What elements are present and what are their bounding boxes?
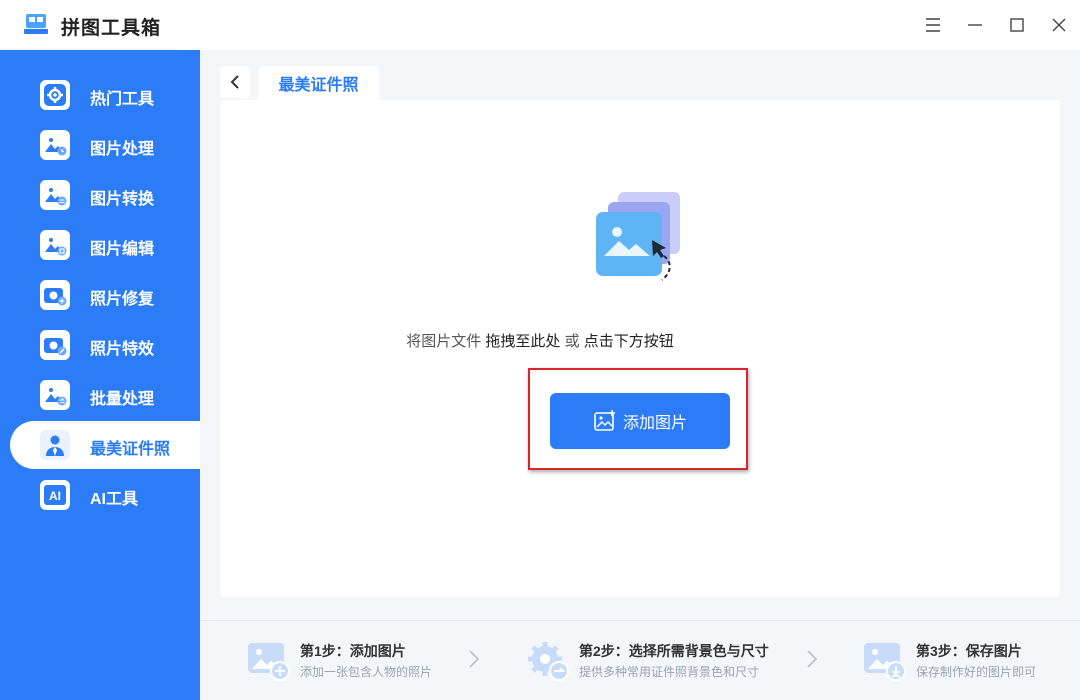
chevron-left-icon xyxy=(230,75,239,89)
step-2: 第2步：选择所需背景色与尺寸 提供多种常用证件照背景色和尺寸 xyxy=(527,639,787,685)
sidebar-item-label: 批量处理 xyxy=(90,391,155,408)
hint-click: 点击下方按钮 xyxy=(583,333,674,350)
sidebar-item-id-photo[interactable]: 最美证件照 xyxy=(10,421,200,469)
back-button[interactable] xyxy=(220,66,250,98)
camera-plus-icon xyxy=(40,280,70,310)
add-image-label: 添加图片 xyxy=(622,415,687,432)
sidebar-item-label: 图片处理 xyxy=(90,141,155,158)
step-title: 第1步：添加图片 xyxy=(300,643,406,659)
steps-bar: 第1步：添加图片 添加一张包含人物的照片 第2步：选择所需背景色与尺寸 提供多种… xyxy=(200,620,1080,700)
step-title: 第2步：选择所需背景色与尺寸 xyxy=(579,643,769,659)
step-desc: 添加一张包含人物的照片 xyxy=(300,665,433,679)
maximize-icon xyxy=(1010,18,1024,32)
close-icon xyxy=(1052,18,1066,32)
svg-text:AI: AI xyxy=(49,489,61,503)
sidebar-item-label: 图片编辑 xyxy=(90,241,155,258)
hint-drag: 拖拽至此处 xyxy=(485,333,561,350)
sidebar-item-hot-tools[interactable]: 热门工具 xyxy=(10,71,200,119)
title-bar: 拼图工具箱 xyxy=(0,0,1080,50)
sidebar-item-label: 照片修复 xyxy=(90,291,155,308)
sidebar-item-image-edit[interactable]: 图片编辑 xyxy=(10,221,200,269)
app-title: 拼图工具箱 xyxy=(61,18,162,39)
sidebar-item-batch[interactable]: 批量处理 xyxy=(10,371,200,419)
ai-icon: AI xyxy=(40,480,70,510)
tab-id-photo[interactable]: 最美证件照 xyxy=(258,66,379,100)
image-clock-icon xyxy=(40,130,70,160)
upload-image-illustration-icon xyxy=(596,192,680,281)
sidebar-item-label: 最美证件照 xyxy=(90,441,171,458)
id-photo-icon xyxy=(40,430,70,460)
add-image-icon xyxy=(594,410,615,431)
minimize-icon xyxy=(968,24,982,26)
step-1: 第1步：添加图片 添加一张包含人物的照片 xyxy=(248,639,468,685)
sidebar-item-photo-repair[interactable]: 照片修复 xyxy=(10,271,200,319)
image-save-step-icon xyxy=(864,643,906,681)
chevron-right-icon xyxy=(469,650,480,668)
sidebar-item-label: 图片转换 xyxy=(90,191,155,208)
step-desc: 保存制作好的图片即可 xyxy=(916,665,1037,679)
menu-button[interactable] xyxy=(912,0,954,50)
sidebar-item-label: 热门工具 xyxy=(90,91,155,108)
hint-or: 或 xyxy=(560,333,584,350)
close-button[interactable] xyxy=(1038,0,1080,50)
chevron-right-icon xyxy=(807,650,818,668)
maximize-button[interactable] xyxy=(996,0,1038,50)
gear-icon xyxy=(40,80,70,110)
minimize-button[interactable] xyxy=(954,0,996,50)
menu-icon xyxy=(926,18,940,32)
drop-hint: 将图片文件 拖拽至此处 或 点击下方按钮 xyxy=(0,330,1080,351)
sidebar-item-ai-tools[interactable]: AI AI工具 xyxy=(10,471,200,519)
hint-prefix: 将图片文件 xyxy=(406,333,486,350)
step-3: 第3步：保存图片 保存制作好的图片即可 xyxy=(864,639,1064,685)
app-logo-icon xyxy=(24,14,48,34)
sidebar-item-image-convert[interactable]: 图片转换 xyxy=(10,171,200,219)
image-batch-icon xyxy=(40,380,70,410)
sidebar: 热门工具 图片处理 图片转换 图片编辑 照片修复 照片特效 批量处理 最美证件照… xyxy=(0,50,200,700)
step-desc: 提供多种常用证件照背景色和尺寸 xyxy=(579,665,760,679)
sidebar-item-image-process[interactable]: 图片处理 xyxy=(10,121,200,169)
sidebar-item-label: AI工具 xyxy=(90,491,139,508)
image-convert-icon xyxy=(40,180,70,210)
gear-settings-step-icon xyxy=(528,642,569,681)
step-title: 第3步：保存图片 xyxy=(916,643,1022,659)
add-image-button[interactable]: 添加图片 xyxy=(550,393,730,449)
image-edit-icon xyxy=(40,230,70,260)
image-add-step-icon xyxy=(248,643,290,681)
